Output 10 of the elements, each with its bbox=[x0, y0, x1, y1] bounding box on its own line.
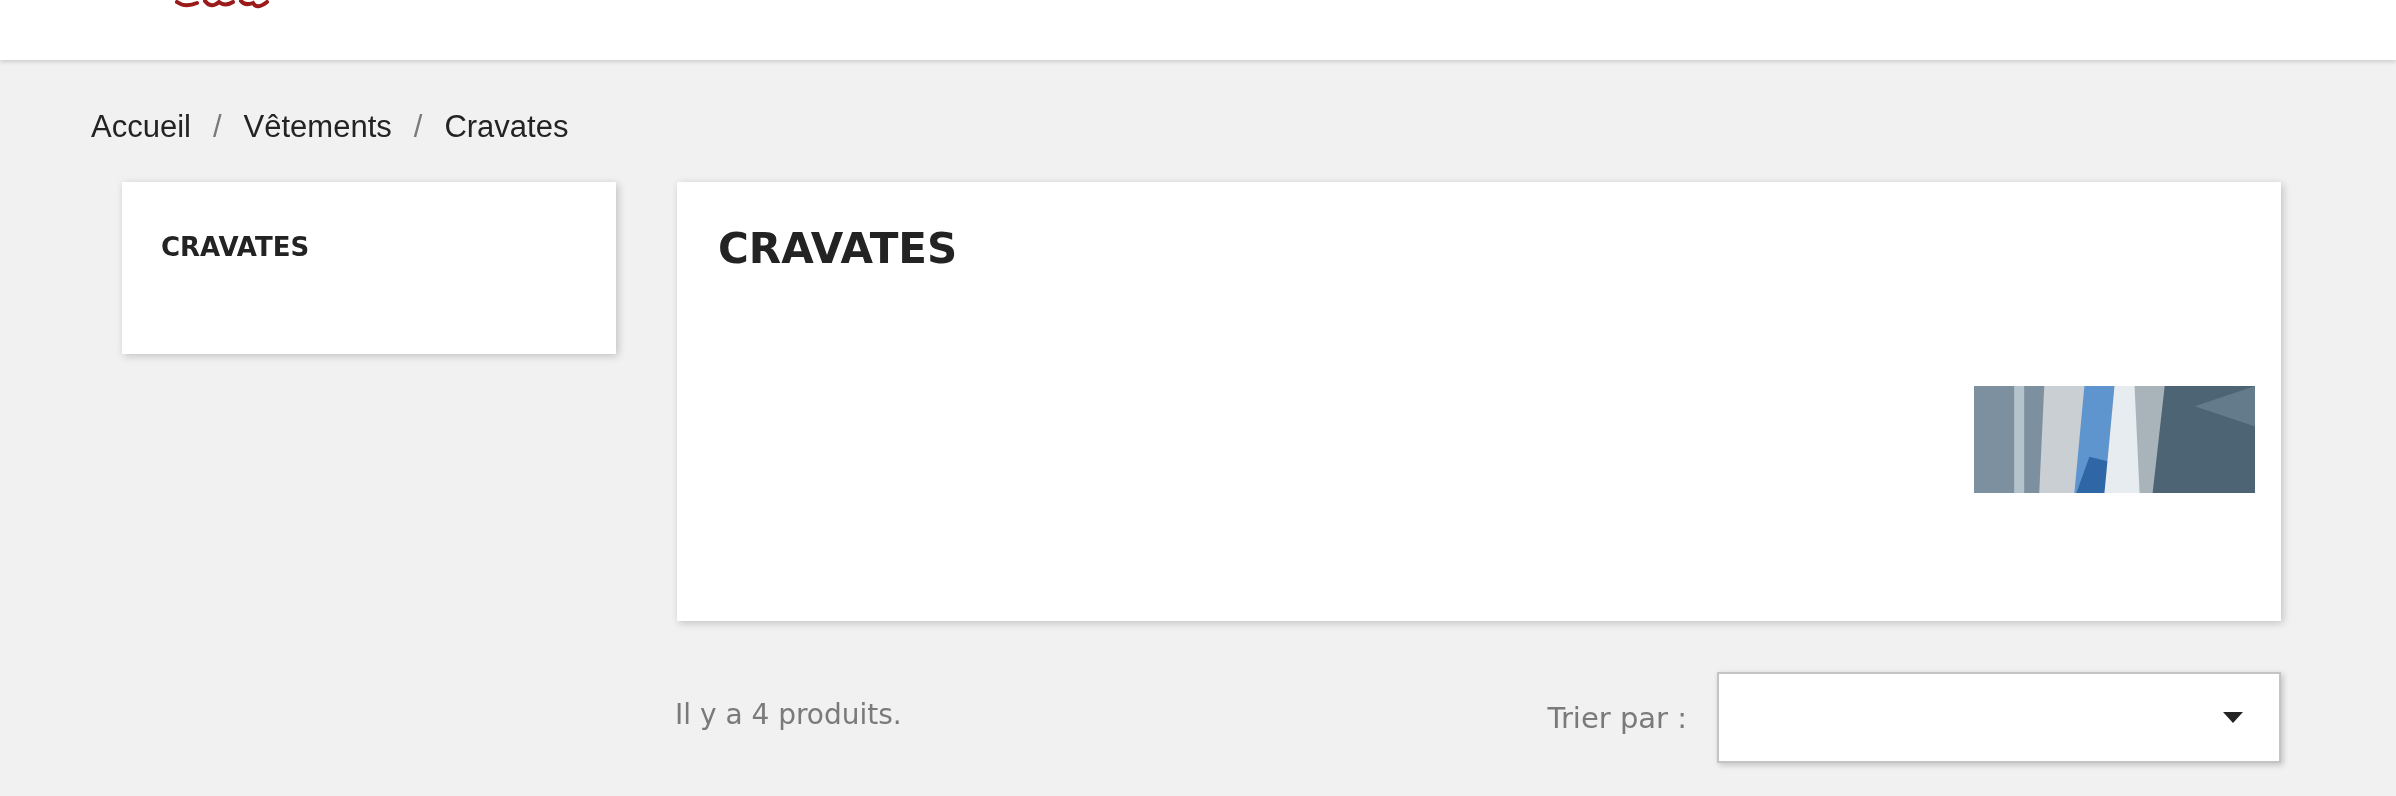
separator: / bbox=[413, 109, 423, 145]
sort-label: Trier par : bbox=[1547, 700, 1687, 735]
separator: / bbox=[212, 109, 222, 145]
sidebar-title: CRAVATES bbox=[161, 232, 311, 262]
product-count: Il y a 4 produits. bbox=[675, 698, 902, 731]
breadcrumb-link[interactable]: Vêtements bbox=[243, 109, 392, 145]
caret-icon bbox=[2223, 712, 2243, 723]
category-title: CRAVATES bbox=[718, 224, 959, 273]
breadcrumb-link[interactable]: Accueil bbox=[91, 109, 191, 145]
breadcrumb-link[interactable]: Cravates bbox=[444, 109, 569, 145]
